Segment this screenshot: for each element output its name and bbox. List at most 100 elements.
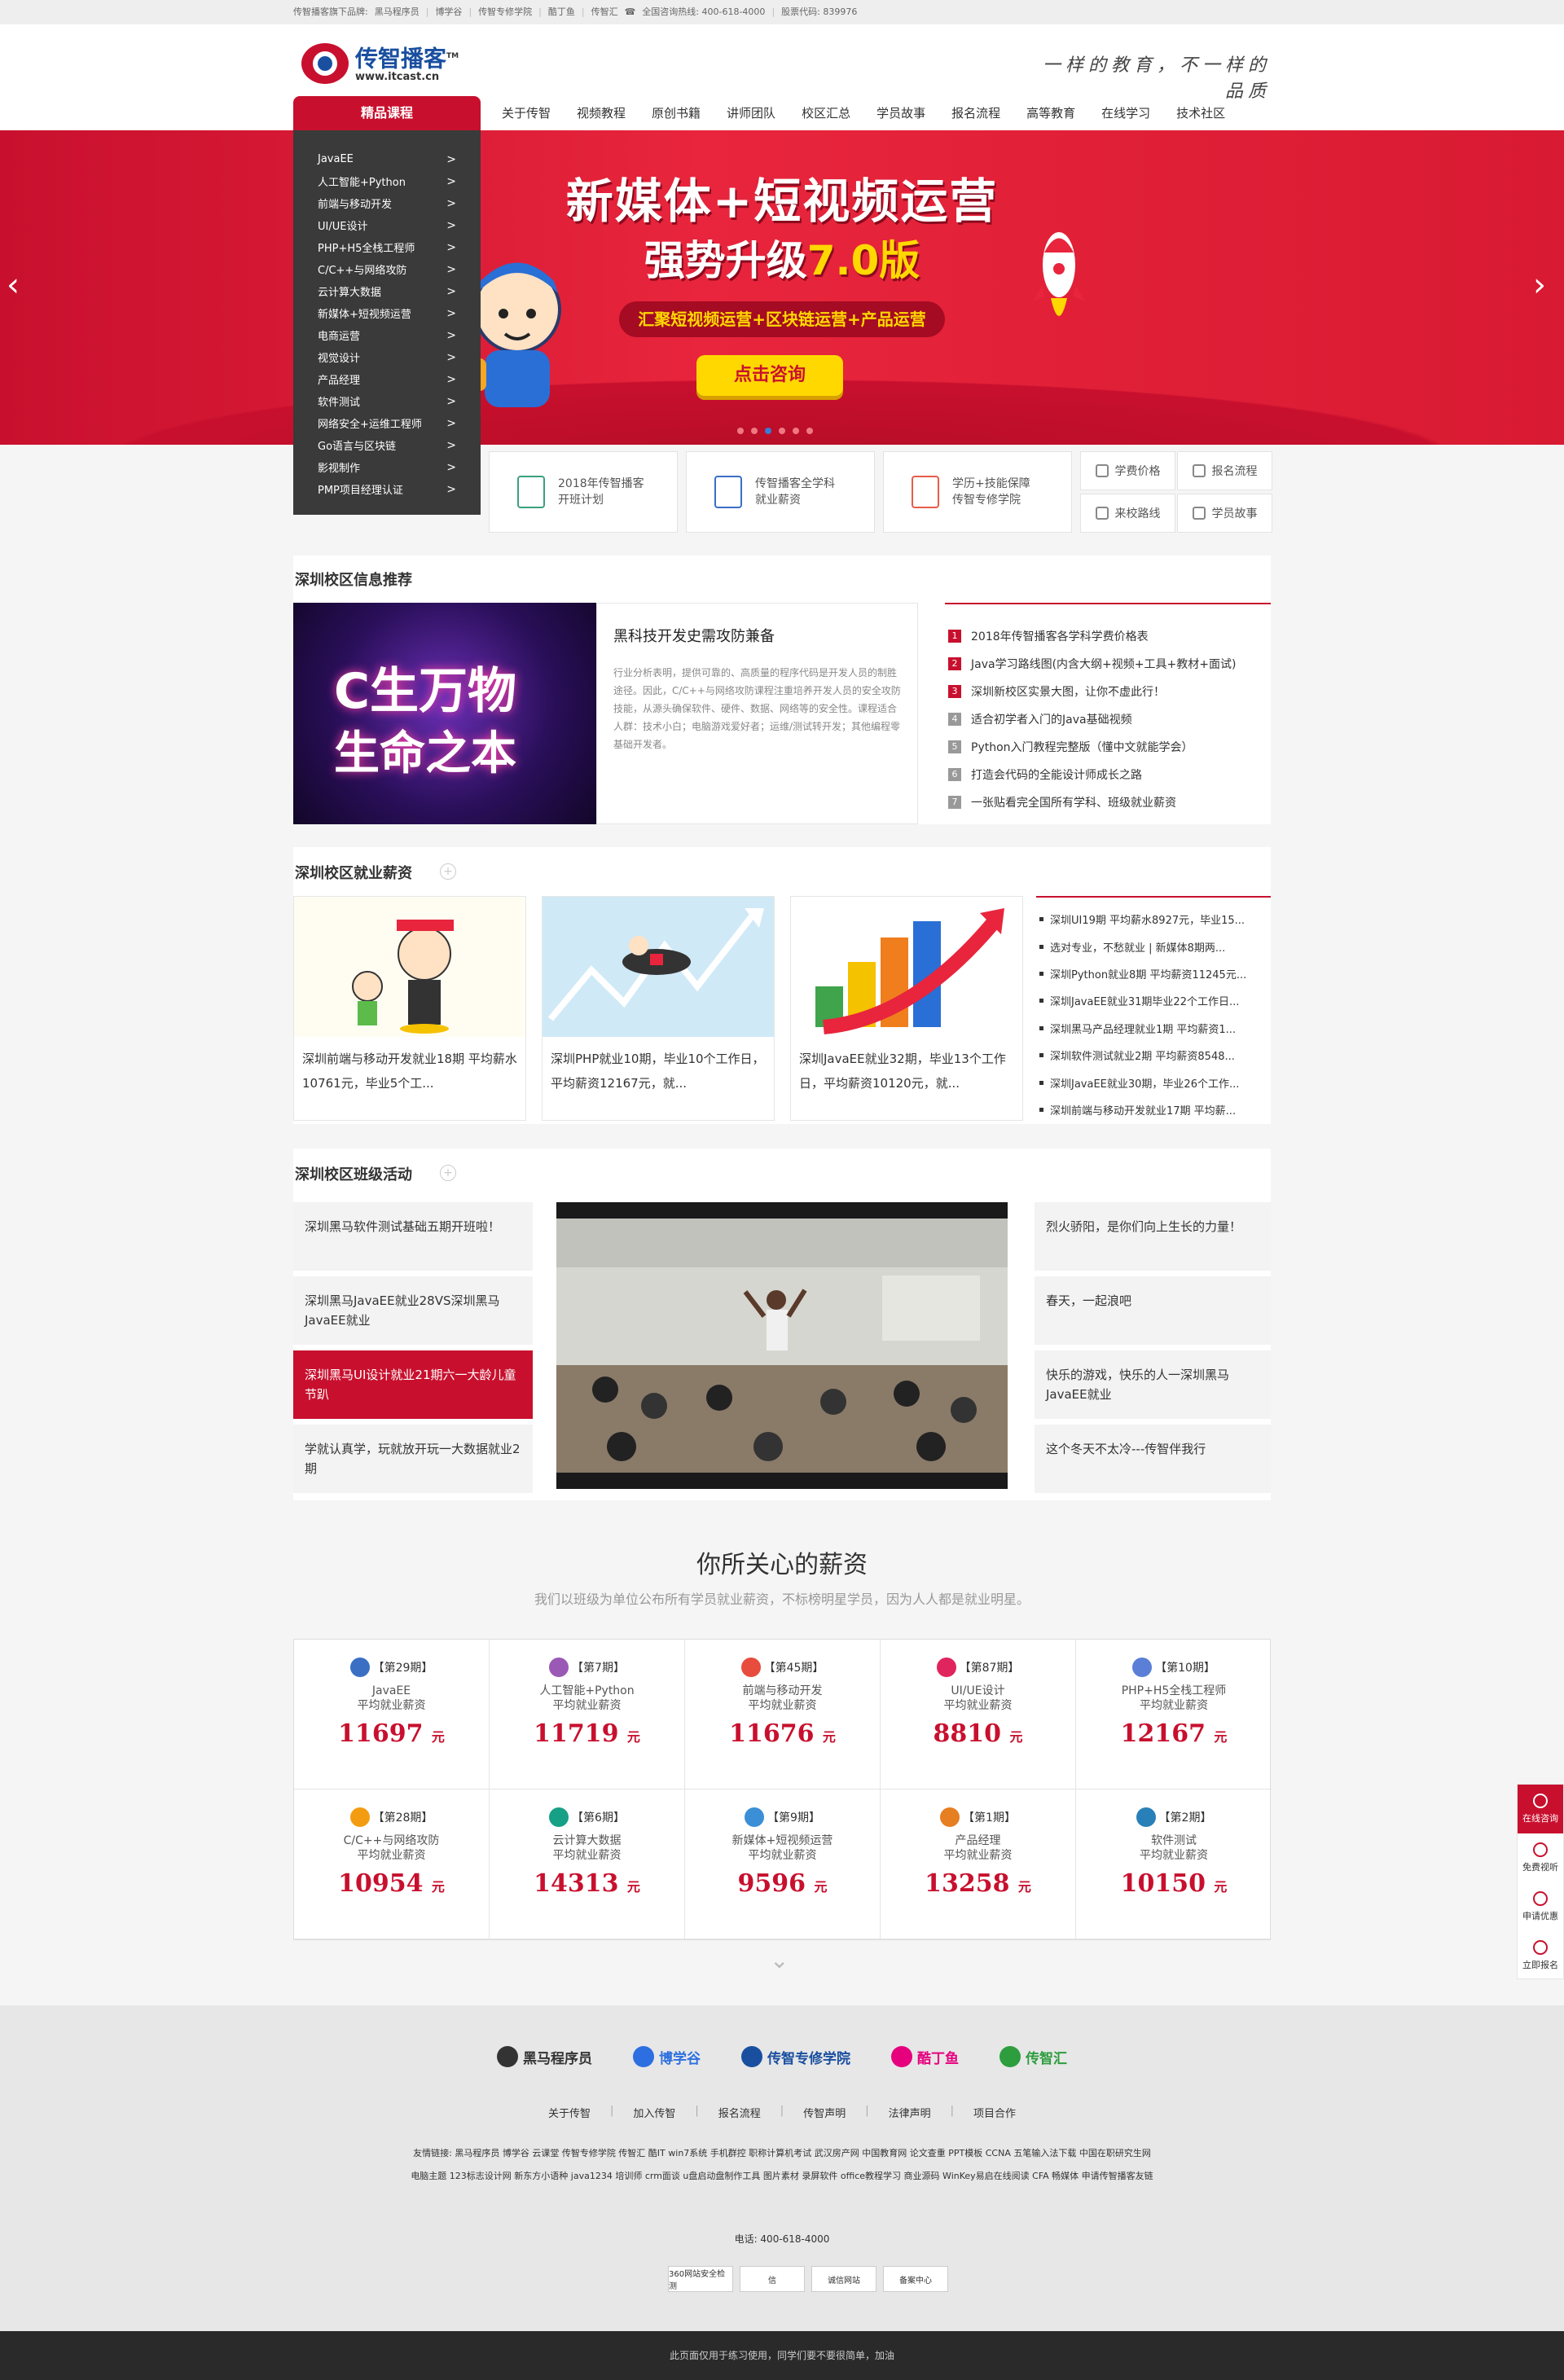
employment-list-item[interactable]: 深圳JavaEE就业30期，毕业26个工作... <box>1036 1069 1271 1096</box>
nav-item[interactable]: 校区汇总 <box>789 96 863 130</box>
salary-cell[interactable]: 【第6期】 云计算大数据 平均就业薪资 14313 元 <box>490 1789 685 1939</box>
nav-item[interactable]: 技术社区 <box>1163 96 1238 130</box>
employment-card[interactable]: 深圳前端与移动开发就业18期 平均薪水10761元，毕业5个工... <box>293 896 526 1121</box>
info-list-item[interactable]: 3 深圳新校区实景大图，让你不虚此行！ <box>945 678 1271 705</box>
quick-box-college[interactable]: 学历+技能保障 传智专修学院 <box>883 451 1072 533</box>
quick-box-salary[interactable]: 传智播客全学科 就业薪资 <box>686 451 875 533</box>
nav-item[interactable]: 视频教程 <box>564 96 639 130</box>
carousel-dot[interactable] <box>737 428 744 434</box>
salary-cell[interactable]: 【第9期】 新媒体+短视频运营 平均就业薪资 9596 元 <box>685 1789 881 1939</box>
info-list-item[interactable]: 6 打造会代码的全能设计师成长之路 <box>945 761 1271 788</box>
side-menu-item[interactable]: UI/UE设计 > <box>293 214 481 236</box>
carousel-dot[interactable] <box>793 428 799 434</box>
salary-cell[interactable]: 【第10期】 PHP+H5全栈工程师 平均就业薪资 12167 元 <box>1076 1640 1272 1789</box>
footer-link[interactable]: 项目合作 <box>973 2105 1016 2120</box>
side-menu-item[interactable]: PMP项目经理认证 > <box>293 478 481 500</box>
info-list-item[interactable]: 7 一张贴看完全国所有学科、班级就业薪资 <box>945 788 1271 816</box>
activity-item-active[interactable]: 深圳黑马UI设计就业21期六一大龄儿童节趴 <box>293 1350 533 1419</box>
chevron-left-icon[interactable]: ‹ <box>7 269 31 301</box>
employment-list-item[interactable]: 选对专业，不愁就业 | 新媒体8期两... <box>1036 933 1271 959</box>
side-menu-item[interactable]: 网络安全+运维工程师 > <box>293 412 481 434</box>
side-menu-item[interactable]: C/C++与网络攻防 > <box>293 258 481 280</box>
partner-logo[interactable]: 博学谷 <box>633 2046 701 2067</box>
employment-list-item[interactable]: 深圳Python就业8期 平均薪资11245元... <box>1036 960 1271 987</box>
salary-cell[interactable]: 【第29期】 JavaEE 平均就业薪资 11697 元 <box>294 1640 490 1789</box>
side-menu-item[interactable]: 人工智能+Python > <box>293 170 481 192</box>
quick-box-schedule[interactable]: 2018年传智播客 开班计划 <box>489 451 678 533</box>
employment-card[interactable]: 深圳JavaEE就业32期，毕业13个工作日，平均薪资10120元，就... <box>790 896 1023 1121</box>
side-menu-item[interactable]: 视觉设计 > <box>293 346 481 368</box>
nav-item[interactable]: 原创书籍 <box>639 96 714 130</box>
info-list-item[interactable]: 5 Python入门教程完整版（懂中文就能学会） <box>945 733 1271 761</box>
activity-item[interactable]: 学就认真学，玩就放开玩一大数据就业2期 <box>293 1425 533 1493</box>
salary-cell[interactable]: 【第7期】 人工智能+Python 平均就业薪资 11719 元 <box>490 1640 685 1789</box>
discount-button[interactable]: 申请优惠 <box>1518 1882 1563 1931</box>
activity-item[interactable]: 快乐的游戏，快乐的人一深圳黑马JavaEE就业 <box>1035 1350 1271 1419</box>
side-menu-item[interactable]: 电商运营 > <box>293 324 481 346</box>
employment-list-item[interactable]: 深圳UI19期 平均薪水8927元，毕业15... <box>1036 906 1271 933</box>
online-consult-button[interactable]: 在线咨询 <box>1518 1785 1563 1833</box>
side-menu-item[interactable]: JavaEE > <box>293 148 481 170</box>
stories-button[interactable]: 学员故事 <box>1177 494 1272 533</box>
feature-article[interactable]: 黑科技开发史需攻防兼备 行业分析表明，提供可靠的、高质量的程序代码是开发人员的制… <box>596 603 918 824</box>
carousel-dot[interactable] <box>779 428 785 434</box>
employment-list-item[interactable]: 深圳黑马产品经理就业1期 平均薪资1... <box>1036 1015 1271 1042</box>
route-button[interactable]: 来校路线 <box>1080 494 1175 533</box>
tuition-button[interactable]: 学费价格 <box>1080 451 1175 490</box>
trust-badge[interactable]: 360网站安全检测 <box>668 2266 733 2292</box>
side-menu-item[interactable]: 新媒体+短视频运营 > <box>293 302 481 324</box>
partner-logo[interactable]: 传智汇 <box>999 2046 1067 2067</box>
consult-button[interactable]: 点击咨询 <box>696 355 843 396</box>
trust-badge[interactable]: 信 <box>740 2266 805 2292</box>
logo[interactable]: 传智播客TM www.itcast.cn <box>301 41 464 86</box>
salary-cell[interactable]: 【第1期】 产品经理 平均就业薪资 13258 元 <box>881 1789 1076 1939</box>
partner-logo[interactable]: 传智专修学院 <box>741 2046 850 2067</box>
info-list-item[interactable]: 2 Java学习路线图(内含大纲+视频+工具+教材+面试) <box>945 650 1271 678</box>
footer-link[interactable]: 报名流程 <box>718 2105 761 2120</box>
footer-link[interactable]: 法律声明 <box>889 2105 931 2120</box>
trust-badge[interactable]: 诚信网站 <box>811 2266 876 2292</box>
brand-link[interactable]: 黑马程序员 <box>375 0 420 24</box>
activity-video[interactable] <box>556 1202 1008 1489</box>
activity-item[interactable]: 深圳黑马软件测试基础五期开班啦！ <box>293 1202 533 1271</box>
free-audit-button[interactable]: 免费视听 <box>1518 1833 1563 1882</box>
brand-link[interactable]: 传智专修学院 <box>478 0 532 24</box>
side-menu-item[interactable]: 影视制作 > <box>293 456 481 478</box>
carousel-dot[interactable] <box>765 428 771 434</box>
side-menu-item[interactable]: Go语言与区块链 > <box>293 434 481 456</box>
employment-list-item[interactable]: 深圳软件测试就业2期 平均薪资8548... <box>1036 1042 1271 1069</box>
brand-link[interactable]: 传智汇 <box>591 0 618 24</box>
nav-item[interactable]: 在线学习 <box>1088 96 1163 130</box>
partner-logo[interactable]: 黑马程序员 <box>497 2046 592 2067</box>
footer-link[interactable]: 关于传智 <box>548 2105 591 2120</box>
nav-item[interactable]: 关于传智 <box>489 96 564 130</box>
nav-item[interactable]: 高等教育 <box>1013 96 1088 130</box>
activity-item[interactable]: 春天，一起浪吧 <box>1035 1276 1271 1345</box>
footer-link[interactable]: 加入传智 <box>633 2105 675 2120</box>
employment-card[interactable]: 深圳PHP就业10期，毕业10个工作日，平均薪资12167元，就... <box>542 896 775 1121</box>
side-menu-item[interactable]: 软件测试 > <box>293 390 481 412</box>
plus-icon[interactable]: + <box>440 1165 456 1181</box>
course-menu-button[interactable]: 精品课程 <box>293 96 481 130</box>
enroll-button[interactable]: 立即报名 <box>1518 1931 1563 1980</box>
employment-list-item[interactable]: 深圳JavaEE就业31期毕业22个工作日... <box>1036 987 1271 1014</box>
side-menu-item[interactable]: 产品经理 > <box>293 368 481 390</box>
carousel-dot[interactable] <box>806 428 813 434</box>
side-menu-item[interactable]: PHP+H5全栈工程师 > <box>293 236 481 258</box>
brand-link[interactable]: 酷丁鱼 <box>548 0 575 24</box>
activity-item[interactable]: 这个冬天不太冷---传智伴我行 <box>1035 1425 1271 1493</box>
brand-link[interactable]: 博学谷 <box>435 0 462 24</box>
chevron-down-icon[interactable]: ⌄ <box>770 1947 789 1974</box>
salary-cell[interactable]: 【第28期】 C/C++与网络攻防 平均就业薪资 10954 元 <box>294 1789 490 1939</box>
activity-item[interactable]: 深圳黑马JavaEE就业28VS深圳黑马JavaEE就业 <box>293 1276 533 1345</box>
enroll-flow-button[interactable]: 报名流程 <box>1177 451 1272 490</box>
trust-badge[interactable]: 备案中心 <box>883 2266 948 2292</box>
carousel-dot[interactable] <box>751 428 758 434</box>
info-list-item[interactable]: 4 适合初学者入门的Java基础视频 <box>945 705 1271 733</box>
nav-item[interactable]: 报名流程 <box>938 96 1013 130</box>
info-list-item[interactable]: 1 2018年传智播客各学科学费价格表 <box>945 622 1271 650</box>
nav-item[interactable]: 讲师团队 <box>714 96 789 130</box>
nav-item[interactable]: 学员故事 <box>863 96 938 130</box>
partner-logo[interactable]: 酷丁鱼 <box>891 2046 959 2067</box>
footer-link[interactable]: 传智声明 <box>803 2105 846 2120</box>
